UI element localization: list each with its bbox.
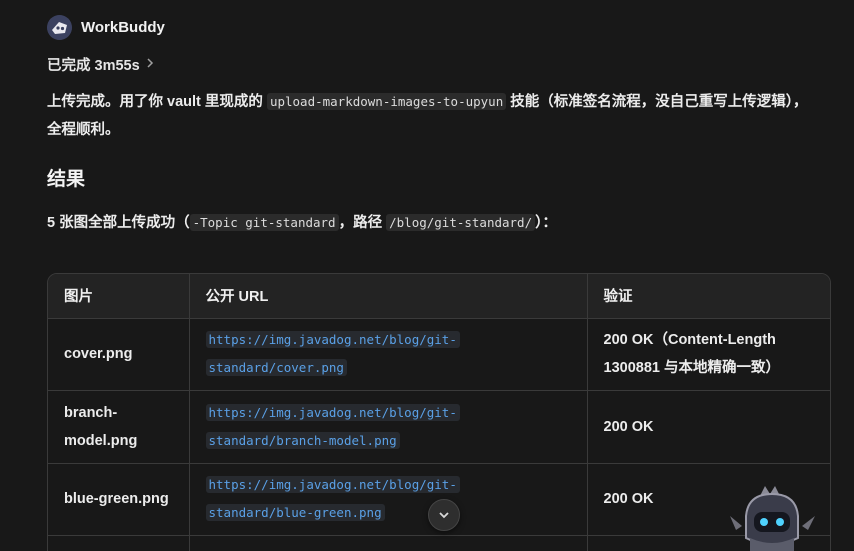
url-cell: https://img.javadog.net/blog/git- standa… [189, 463, 588, 536]
column-header-url: 公开 URL [189, 274, 588, 319]
path-code: /blog/git-standard/ [386, 214, 536, 231]
app-header: WorkBuddy [47, 15, 165, 40]
verify-cell: 200 OK [587, 390, 830, 464]
summary-text-after: ）： [535, 215, 557, 231]
image-name-cell: blue-green.png [48, 463, 190, 536]
url-link[interactable]: https://img.javadog.net/blog/git- [205, 331, 460, 348]
image-name-cell [48, 535, 190, 551]
url-link[interactable]: standard/cover.png [205, 359, 347, 376]
column-header-verify: 验证 [587, 274, 830, 319]
url-cell: https://img.javadog.net/blog/git- standa… [189, 318, 588, 391]
table-row: cover.png https://img.javadog.net/blog/g… [48, 318, 830, 391]
url-link[interactable]: https://img.javadog.net/blog/git- [205, 403, 460, 421]
topic-code: -Topic git-standard [189, 214, 339, 231]
skill-name-code: upload-markdown-images-to-upyun [266, 93, 507, 110]
image-name-cell: cover.png [48, 318, 190, 391]
intro-paragraph: 上传完成。用了你 vault 里现成的 upload-markdown-imag… [47, 88, 817, 144]
app-name: WorkBuddy [81, 19, 165, 36]
image-name-cell: branch-model.png [48, 390, 190, 464]
summary-text-before: 5 张图全部上传成功（ [47, 215, 190, 231]
table-row [48, 535, 830, 551]
chevron-down-icon [438, 506, 450, 524]
completion-status-text: 已完成 3m55s [47, 58, 140, 74]
url-link[interactable]: standard/blue-green.png [205, 504, 385, 521]
robot-mascot-icon[interactable] [720, 486, 820, 551]
column-header-image: 图片 [48, 274, 190, 319]
table-header-row: 图片 公开 URL 验证 [48, 274, 830, 319]
workbuddy-logo-icon [47, 15, 72, 40]
url-link[interactable]: standard/branch-model.png [205, 431, 400, 449]
scroll-down-button[interactable] [428, 499, 460, 531]
intro-text-before: 上传完成。用了你 vault 里现成的 [47, 94, 267, 110]
url-cell: https://img.javadog.net/blog/git- standa… [189, 390, 588, 464]
url-cell [189, 535, 588, 551]
url-link[interactable]: https://img.javadog.net/blog/git- [205, 476, 460, 493]
chevron-right-icon [146, 57, 154, 73]
result-heading: 结果 [47, 169, 86, 190]
completion-status[interactable]: 已完成 3m55s [47, 54, 154, 75]
verify-cell: 200 OK（Content-Length 1300881 与本地精确一致） [587, 318, 830, 391]
table-row: branch-model.png https://img.javadog.net… [48, 390, 830, 464]
result-summary: 5 张图全部上传成功（ -Topic git-standard ，路径 /blog/… [47, 209, 557, 237]
summary-text-mid: ，路径 [338, 215, 387, 231]
